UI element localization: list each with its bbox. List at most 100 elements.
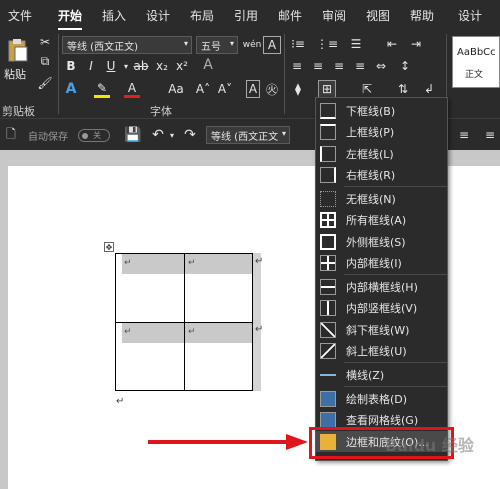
menu-item-diagonal-up-border[interactable]: 斜上框线(U) bbox=[316, 340, 447, 361]
diagonal-down-border-icon bbox=[320, 321, 336, 338]
menu-item-inside-horizontal-border[interactable]: 内部横框线(H) bbox=[316, 276, 447, 297]
menu-item-label: 内部框线(I) bbox=[346, 256, 402, 270]
line-spacing-icon[interactable]: ↕ bbox=[397, 58, 413, 74]
menu-item-top-border[interactable]: 上框线(P) bbox=[316, 121, 447, 142]
menu-item-label: 上框线(P) bbox=[346, 125, 395, 139]
menu-item-outside-borders[interactable]: 外侧框线(S) bbox=[316, 231, 447, 252]
menu-mailings[interactable]: 邮件 bbox=[278, 7, 302, 25]
align-center-icon[interactable]: ≡ bbox=[482, 127, 498, 143]
cut-icon[interactable]: ✂ bbox=[38, 35, 52, 49]
menu-design[interactable]: 设计 bbox=[146, 7, 170, 25]
table[interactable]: ↵ ↵ ↵ ↵ bbox=[115, 253, 253, 391]
font-size-combo[interactable]: 五号 ▾ bbox=[196, 36, 238, 54]
menu-item-label: 内部竖框线(V) bbox=[346, 301, 418, 315]
menu-item-right-border[interactable]: 右框线(R) bbox=[316, 164, 447, 185]
top-border-icon bbox=[320, 123, 336, 140]
menu-item-all-borders[interactable]: 所有框线(A) bbox=[316, 209, 447, 230]
save-icon[interactable]: 💾 bbox=[124, 127, 141, 143]
chevron-down-icon[interactable]: ▾ bbox=[168, 127, 176, 143]
paste-icon[interactable] bbox=[4, 36, 30, 64]
menu-item-inside-borders[interactable]: 内部框线(I) bbox=[316, 252, 447, 273]
end-of-row-shading bbox=[253, 253, 261, 391]
cell-mark: ↵ bbox=[188, 327, 196, 337]
bold-icon[interactable]: B bbox=[64, 58, 78, 74]
show-formatting-marks-icon[interactable]: ↲ bbox=[420, 80, 438, 98]
menu-file[interactable]: 文件 bbox=[8, 7, 32, 25]
phonetic-guide-icon[interactable]: wén bbox=[243, 36, 262, 54]
menu-item-label: 查看网格线(G) bbox=[346, 413, 419, 427]
distributed-icon[interactable]: ⇔ bbox=[373, 58, 389, 74]
text-effects-icon[interactable]: A bbox=[64, 80, 78, 98]
superscript-icon[interactable]: x² bbox=[175, 58, 189, 74]
bullets-icon[interactable]: ⁝≡ bbox=[289, 36, 307, 52]
menu-item-label: 所有框线(A) bbox=[346, 213, 407, 227]
menu-review[interactable]: 审阅 bbox=[322, 7, 346, 25]
autosave-state: 关 bbox=[93, 131, 101, 140]
menu-insert[interactable]: 插入 bbox=[102, 7, 126, 25]
clear-formatting-icon[interactable]: A bbox=[200, 56, 216, 74]
shading-icon[interactable]: ⧫ bbox=[289, 80, 307, 98]
shrink-font-icon[interactable]: A˅ bbox=[218, 80, 232, 98]
cell-mark: ↵ bbox=[124, 327, 132, 337]
menu-item-label: 斜上框线(U) bbox=[346, 344, 407, 358]
annotation-arrow-icon bbox=[148, 434, 308, 450]
inside-borders-icon bbox=[320, 254, 336, 271]
menu-home[interactable]: 开始 bbox=[58, 7, 83, 30]
font-color-icon[interactable]: A bbox=[124, 80, 140, 98]
increase-indent-icon[interactable]: ⇥ bbox=[408, 36, 424, 52]
italic-icon[interactable]: I bbox=[84, 58, 98, 74]
align-left-icon[interactable]: ≡ bbox=[456, 127, 472, 143]
menu-view[interactable]: 视图 bbox=[366, 7, 390, 25]
justify-icon[interactable]: ≡ bbox=[352, 58, 368, 74]
chevron-down-icon[interactable]: ▾ bbox=[122, 58, 130, 74]
all-borders-icon bbox=[320, 211, 336, 228]
sort-icon[interactable]: ⇅ bbox=[394, 80, 412, 98]
font-name-value: 等线 (西文正文) bbox=[67, 42, 138, 53]
qat-font-combo[interactable]: 等线 (西文正文 ▾ bbox=[206, 126, 290, 144]
menu-item-label: 外侧框线(S) bbox=[346, 235, 406, 249]
character-border-icon[interactable]: A bbox=[263, 36, 281, 54]
horizontal-line-icon bbox=[320, 366, 336, 383]
grow-font-icon[interactable]: A˄ bbox=[196, 80, 210, 98]
align-right-icon[interactable]: ≡ bbox=[331, 58, 347, 74]
menu-item-horizontal-line[interactable]: 横线(Z) bbox=[316, 364, 447, 385]
format-painter-icon[interactable]: 🖌 bbox=[37, 76, 52, 90]
numbering-icon[interactable]: ⋮≡ bbox=[316, 36, 338, 52]
underline-icon[interactable]: U bbox=[104, 58, 118, 74]
table-move-handle[interactable]: ✥ bbox=[104, 242, 114, 252]
font-name-combo[interactable]: 等线 (西文正文) ▾ bbox=[62, 36, 192, 54]
inside-vertical-border-icon bbox=[320, 299, 336, 316]
align-center-icon[interactable]: ≡ bbox=[310, 58, 326, 74]
menu-item-no-border[interactable]: 无框线(N) bbox=[316, 188, 447, 209]
menu-item-inside-vertical-border[interactable]: 内部竖框线(V) bbox=[316, 297, 447, 318]
no-border-icon bbox=[320, 190, 336, 207]
autosave-toggle[interactable]: 关 bbox=[78, 129, 110, 142]
style-gallery-item[interactable]: AaBbCc 正文 bbox=[452, 36, 500, 88]
decrease-indent-icon[interactable]: ⇤ bbox=[384, 36, 400, 52]
menu-item-diagonal-down-border[interactable]: 斜下框线(W) bbox=[316, 319, 447, 340]
menu-separator bbox=[344, 362, 447, 363]
row-end-mark: ↵ bbox=[255, 324, 264, 335]
menu-item-left-border[interactable]: 左框线(L) bbox=[316, 143, 447, 164]
menu-table-design[interactable]: 设计 bbox=[458, 7, 482, 25]
menu-item-bottom-border[interactable]: 下框线(B) bbox=[316, 100, 447, 121]
multilevel-list-icon[interactable]: ☰ bbox=[347, 36, 365, 52]
menu-item-draw-table[interactable]: 绘制表格(D) bbox=[316, 388, 447, 409]
change-case-icon[interactable]: Aa bbox=[168, 80, 184, 98]
undo-icon[interactable]: ↶ bbox=[150, 127, 166, 143]
redo-icon[interactable]: ↷ bbox=[182, 127, 198, 143]
menu-layout[interactable]: 布局 bbox=[190, 7, 214, 25]
ribbon-separator bbox=[284, 34, 285, 114]
strikethrough-icon[interactable]: ab bbox=[133, 58, 149, 74]
highlight-color-icon[interactable]: ✎ bbox=[94, 80, 110, 98]
borders-button-icon[interactable]: ⊞ bbox=[318, 80, 336, 98]
subscript-icon[interactable]: x₂ bbox=[155, 58, 169, 74]
character-shading-icon[interactable]: A bbox=[246, 80, 260, 98]
menu-help[interactable]: 帮助 bbox=[410, 7, 434, 25]
align-left-icon[interactable]: ≡ bbox=[289, 58, 305, 74]
menu-references[interactable]: 引用 bbox=[234, 7, 258, 25]
chinese-layout-icon[interactable]: ⇱ bbox=[358, 80, 376, 98]
enclose-characters-icon[interactable]: ㊋ bbox=[263, 80, 281, 98]
borders-dropdown-menu: 下框线(B) 上框线(P) 左框线(L) 右框线(R) 无框线(N) 所有框线(… bbox=[315, 97, 448, 461]
copy-icon[interactable]: ⧉ bbox=[38, 54, 52, 68]
